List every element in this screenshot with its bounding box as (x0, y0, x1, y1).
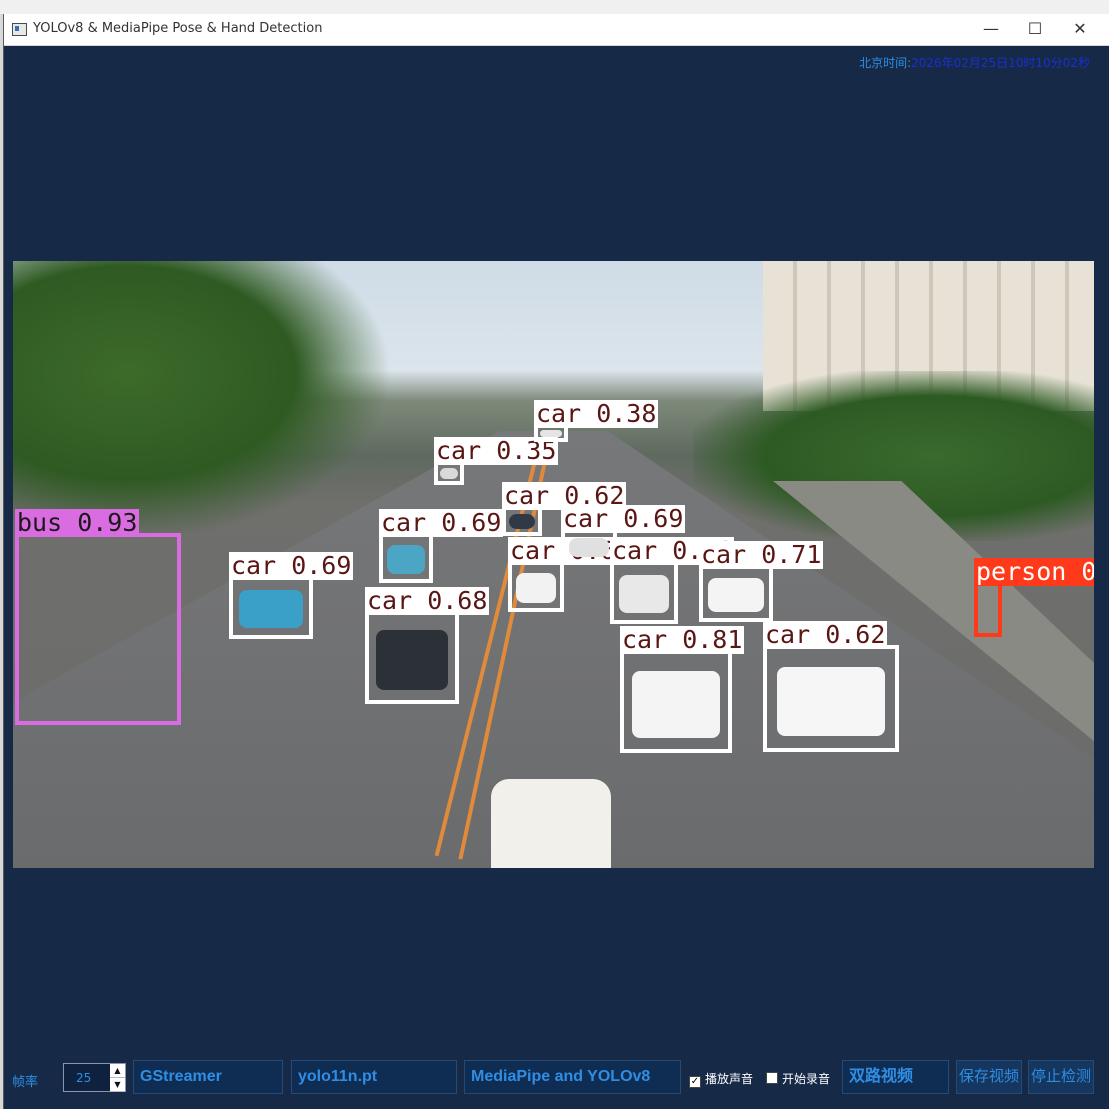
car-detection-box: car 0.69 (229, 552, 354, 639)
car-body (439, 467, 459, 480)
record-audio-label: 开始录音 (782, 1072, 831, 1086)
mode-select[interactable]: MediaPipe and YOLOv8 (464, 1060, 681, 1094)
scene-trees-left (13, 261, 393, 541)
clock-value: 2026年02月25日10时10分02秒 (911, 56, 1090, 70)
control-bar: 帧率 25 ▲ ▼ GStreamer yolo11n.pt MediaPipe… (4, 1058, 1109, 1094)
video-frame: bus 0.93 car 0.69 car 0.69 car 0.68 car 0.35… (13, 261, 1094, 868)
play-sound-label: 播放声音 (705, 1072, 754, 1086)
spin-up-icon[interactable]: ▲ (110, 1064, 125, 1078)
detection-label: car 0.68 (365, 586, 490, 615)
car-detection-box: car 0.62 (763, 621, 899, 752)
car-body (386, 544, 426, 574)
fps-label: 帧率 (12, 1075, 39, 1090)
scene-van (491, 779, 611, 868)
person-detection-box: person 0.52 (974, 558, 1094, 637)
fps-spin-buttons[interactable]: ▲ ▼ (110, 1064, 125, 1092)
car-detection-box: car 0.46 (610, 537, 735, 624)
detection-label: car 0.71 (699, 540, 824, 569)
car-detection-box: car 0.71 (699, 541, 824, 622)
car-body (239, 589, 303, 629)
app-icon (12, 23, 27, 36)
fps-value[interactable]: 25 (76, 1071, 91, 1085)
play-sound-check-icon[interactable]: ✓ (689, 1076, 701, 1088)
save-video-button[interactable]: 保存视频 (956, 1060, 1022, 1094)
window-title: YOLOv8 & MediaPipe Pose & Hand Detection (33, 21, 323, 36)
model-select[interactable]: yolo11n.pt (291, 1060, 457, 1094)
minimize-button[interactable]: — (968, 14, 1014, 45)
record-audio-check-icon[interactable] (766, 1072, 778, 1084)
car-detection-box: car 0.35 (434, 437, 559, 485)
spin-down-icon[interactable]: ▼ (110, 1078, 125, 1092)
car-detection-box: car 0.67 (508, 537, 633, 612)
car-body (708, 577, 764, 613)
beijing-clock: 北京时间:2026年02月25日10时10分02秒 (859, 54, 1090, 71)
detection-label: car 0.69 (229, 551, 354, 580)
play-sound-checkbox[interactable]: ✓ 播放声音 (689, 1070, 753, 1088)
detection-label: car 0.69 (379, 508, 504, 537)
car-body (508, 513, 536, 530)
detection-label: person 0.52 (974, 558, 1094, 586)
detection-label: car 0.62 (763, 620, 888, 649)
car-body (618, 574, 670, 614)
detection-label: car 0.38 (534, 399, 659, 428)
record-audio-checkbox[interactable]: 开始录音 (766, 1070, 830, 1087)
car-body (515, 572, 557, 603)
fps-spinbox[interactable]: 25 ▲ ▼ (63, 1063, 126, 1092)
detection-label: car 0.69 (561, 504, 686, 533)
car-detection-box: car 0.38 (534, 400, 659, 442)
car-body (777, 666, 885, 737)
maximize-button[interactable]: ☐ (1012, 14, 1058, 45)
car-body (632, 671, 720, 738)
source-select[interactable]: GStreamer (133, 1060, 283, 1094)
car-detection-box: car 0.69 (561, 505, 686, 564)
title-bar[interactable]: YOLOv8 & MediaPipe Pose & Hand Detection… (4, 14, 1109, 46)
close-button[interactable]: ✕ (1057, 14, 1103, 45)
stop-detect-button[interactable]: 停止检测 (1028, 1060, 1094, 1094)
car-body (540, 429, 562, 437)
dual-video-button[interactable]: 双路视频 (842, 1060, 949, 1094)
bus-detection-box: bus 0.93 (15, 509, 181, 725)
car-body (375, 630, 449, 690)
detection-label: bus 0.93 (15, 508, 140, 537)
car-detection-box: car 0.68 (365, 587, 490, 704)
detection-label: car 0.81 (620, 625, 745, 654)
car-detection-box: car 0.62 (502, 482, 627, 536)
car-body (568, 537, 610, 557)
app-window: YOLOv8 & MediaPipe Pose & Hand Detection… (3, 14, 1109, 1109)
car-detection-box: car 0.81 (620, 626, 745, 753)
clock-label: 北京时间: (859, 56, 912, 70)
car-detection-box: car 0.69 (379, 509, 504, 583)
